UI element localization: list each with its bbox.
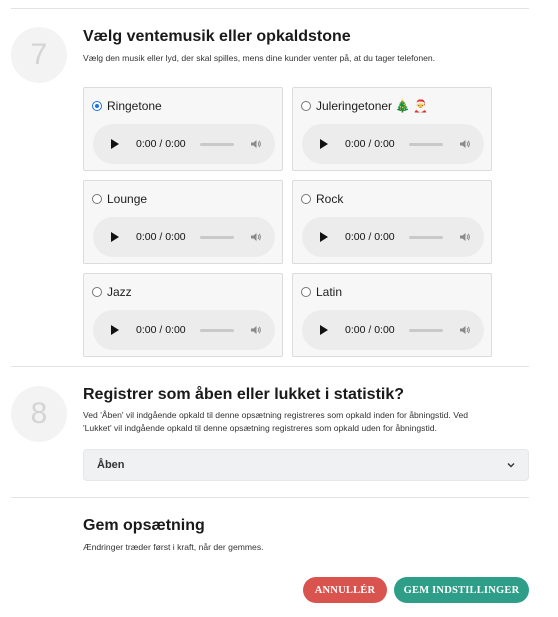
audio-player: 0:00 / 0:00 bbox=[93, 124, 275, 164]
music-option-card[interactable]: Ringetone 0:00 / 0:00 bbox=[83, 87, 283, 171]
option-radio[interactable] bbox=[301, 194, 311, 204]
option-radio[interactable] bbox=[301, 287, 311, 297]
section-8-title: Registrer som åben eller lukket i statis… bbox=[83, 386, 405, 403]
option-label: Jazz bbox=[107, 285, 132, 299]
divider-top bbox=[11, 8, 529, 9]
audio-player: 0:00 / 0:00 bbox=[93, 217, 275, 257]
music-option-card[interactable]: Rock 0:00 / 0:00 bbox=[292, 180, 492, 264]
music-option-card[interactable]: Lounge 0:00 / 0:00 bbox=[83, 180, 283, 264]
audio-time: 0:00 / 0:00 bbox=[345, 231, 395, 243]
volume-icon[interactable] bbox=[250, 231, 262, 243]
audio-progress-bar[interactable] bbox=[199, 235, 234, 239]
divider-bottom bbox=[11, 497, 529, 498]
volume-icon[interactable] bbox=[459, 231, 471, 243]
divider-middle bbox=[11, 366, 529, 367]
step-number-8: 8 bbox=[11, 386, 67, 442]
option-header[interactable]: Jazz bbox=[92, 285, 132, 299]
option-radio[interactable] bbox=[92, 101, 102, 111]
option-radio[interactable] bbox=[92, 194, 102, 204]
audio-progress-bar[interactable] bbox=[408, 142, 443, 146]
chevron-down-icon bbox=[507, 463, 515, 468]
play-icon[interactable] bbox=[111, 232, 119, 242]
option-header[interactable]: Lounge bbox=[92, 192, 147, 206]
play-icon[interactable] bbox=[111, 325, 119, 335]
audio-time: 0:00 / 0:00 bbox=[345, 324, 395, 336]
audio-time: 0:00 / 0:00 bbox=[136, 231, 186, 243]
option-radio[interactable] bbox=[301, 101, 311, 111]
section-8-description: Ved 'Åben' vil indgående opkald til denn… bbox=[83, 409, 468, 435]
option-label: Latin bbox=[316, 285, 343, 299]
play-icon[interactable] bbox=[111, 139, 119, 149]
music-option-card[interactable]: Jazz 0:00 / 0:00 bbox=[83, 273, 283, 357]
section-7-description: Vælg den musik eller lyd, der skal spill… bbox=[83, 53, 436, 63]
play-icon[interactable] bbox=[320, 325, 328, 335]
audio-player: 0:00 / 0:00 bbox=[302, 310, 484, 350]
option-header[interactable]: Juleringetoner 🎄 🎅 bbox=[301, 99, 428, 113]
audio-progress-bar[interactable] bbox=[408, 328, 443, 332]
status-select-value: Åben bbox=[97, 459, 125, 471]
option-label: Ringetone bbox=[107, 99, 162, 113]
audio-player: 0:00 / 0:00 bbox=[93, 310, 275, 350]
volume-icon[interactable] bbox=[459, 324, 471, 336]
section-8-description-line-2: 'Lukket' vil indgående opkald til denne … bbox=[83, 423, 437, 433]
volume-icon[interactable] bbox=[250, 324, 262, 336]
option-emoji: 🎄 🎅 bbox=[395, 99, 429, 113]
option-radio[interactable] bbox=[92, 287, 102, 297]
play-icon[interactable] bbox=[320, 139, 328, 149]
audio-player: 0:00 / 0:00 bbox=[302, 217, 484, 257]
status-select[interactable]: Åben bbox=[83, 449, 529, 481]
music-option-card[interactable]: Juleringetoner 🎄 🎅 0:00 / 0:00 bbox=[292, 87, 492, 171]
option-header[interactable]: Ringetone bbox=[92, 99, 162, 113]
save-section-title: Gem opsætning bbox=[83, 517, 205, 534]
option-label: Rock bbox=[316, 192, 344, 206]
volume-icon[interactable] bbox=[459, 138, 471, 150]
audio-time: 0:00 / 0:00 bbox=[136, 138, 186, 150]
audio-progress-bar[interactable] bbox=[199, 142, 234, 146]
section-7-title: Vælg ventemusik eller opkaldstone bbox=[83, 28, 351, 45]
save-section-description: Ændringer træder først i kraft, når der … bbox=[83, 542, 264, 552]
save-settings-button[interactable]: GEM INDSTILLINGER bbox=[394, 577, 529, 603]
audio-time: 0:00 / 0:00 bbox=[345, 138, 395, 150]
step-number-7: 7 bbox=[11, 27, 67, 83]
option-label: Juleringetoner bbox=[316, 99, 393, 113]
audio-progress-bar[interactable] bbox=[199, 328, 234, 332]
option-header[interactable]: Latin bbox=[301, 285, 342, 299]
play-icon[interactable] bbox=[320, 232, 328, 242]
option-label: Lounge bbox=[107, 192, 148, 206]
audio-progress-bar[interactable] bbox=[408, 235, 443, 239]
cancel-button[interactable]: ANNULLÉR bbox=[303, 577, 387, 603]
option-header[interactable]: Rock bbox=[301, 192, 343, 206]
section-8-description-line-1: Ved 'Åben' vil indgående opkald til denn… bbox=[83, 410, 469, 420]
audio-time: 0:00 / 0:00 bbox=[136, 324, 186, 336]
music-option-card[interactable]: Latin 0:00 / 0:00 bbox=[292, 273, 492, 357]
volume-icon[interactable] bbox=[250, 138, 262, 150]
audio-player: 0:00 / 0:00 bbox=[302, 124, 484, 164]
